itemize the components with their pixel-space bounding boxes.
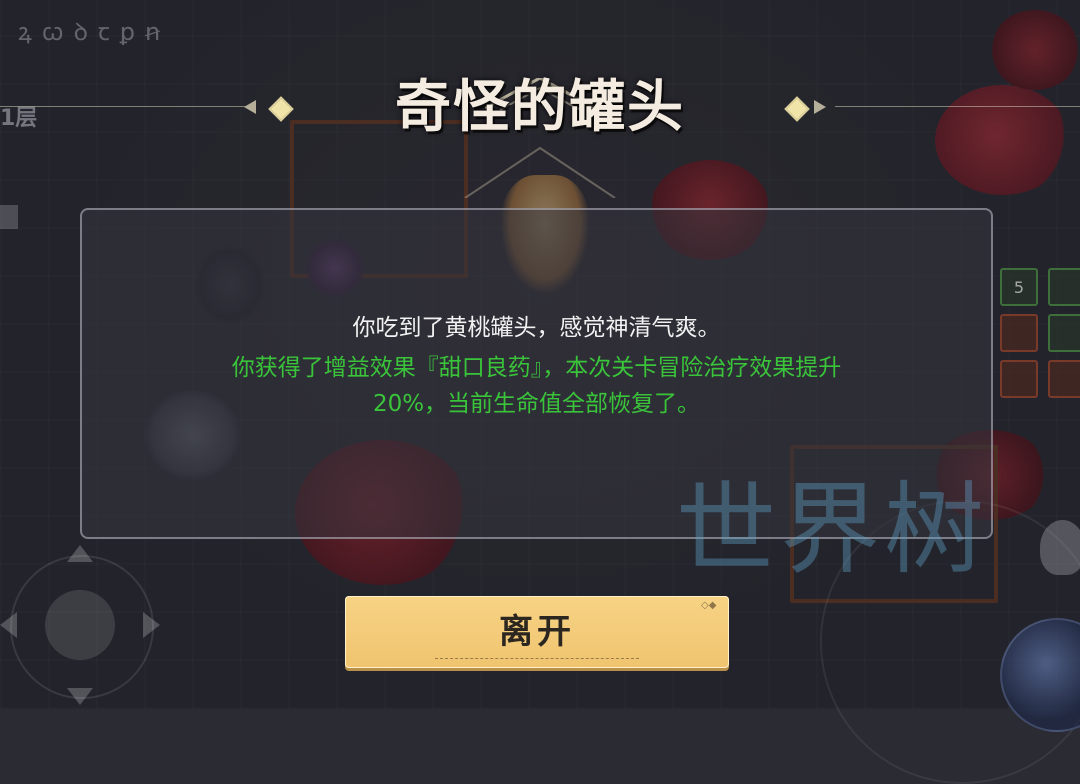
- leave-button[interactable]: 离开 ◇◆: [345, 596, 729, 668]
- arrow-left-icon[interactable]: [0, 612, 17, 638]
- dpad-icon[interactable]: [0, 545, 160, 705]
- item-slots: 5: [1000, 268, 1080, 398]
- item-slot[interactable]: 5: [1000, 268, 1038, 306]
- arrow-right-icon[interactable]: [143, 612, 160, 638]
- event-message: 你吃到了黄桃罐头，感觉神清气爽。: [352, 315, 721, 341]
- arrow-up-icon[interactable]: [67, 545, 93, 562]
- item-slot[interactable]: [1048, 360, 1080, 398]
- item-slot[interactable]: [1048, 268, 1080, 306]
- button-underline: [435, 658, 639, 659]
- dpad-knob[interactable]: [45, 590, 115, 660]
- leave-button-label: 离开: [499, 612, 575, 652]
- corner-dots-icon: ◇◆: [701, 600, 717, 611]
- dialog-title: 奇怪的罐头: [395, 74, 685, 140]
- item-slot[interactable]: [1000, 314, 1038, 352]
- buff-message-line: 20%，当前生命值全部恢复了。: [372, 391, 701, 417]
- arrow-down-icon[interactable]: [67, 688, 93, 705]
- item-slot[interactable]: [1000, 360, 1038, 398]
- buff-message: 你获得了增益效果『甜口良药』，本次关卡冒险治疗效果提升 20%，当前生命值全部恢…: [80, 350, 993, 422]
- side-tab[interactable]: [0, 205, 18, 229]
- item-slot[interactable]: [1048, 314, 1080, 352]
- buff-message-line: 你获得了增益效果『甜口良药』，本次关卡冒险治疗效果提升: [231, 355, 842, 381]
- watermark-text: 世界树: [676, 471, 988, 588]
